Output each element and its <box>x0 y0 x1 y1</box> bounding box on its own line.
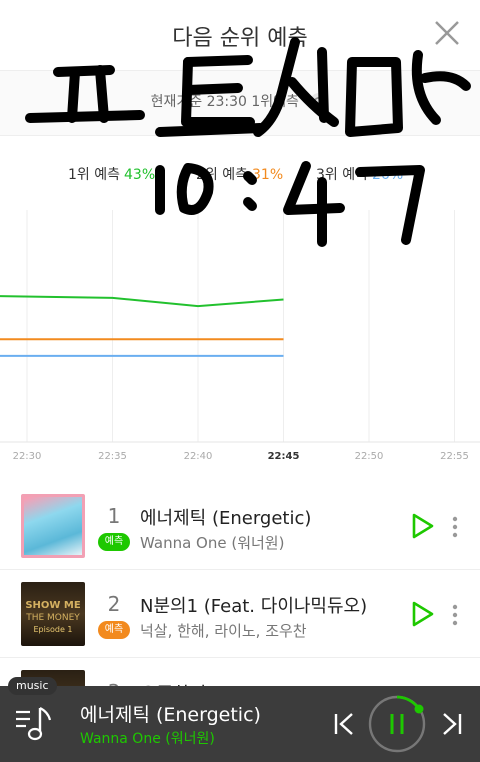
song-rank: 1 <box>107 504 121 528</box>
album-art: SHOW ME THE MONEY Episode 1 <box>21 582 85 646</box>
previous-icon[interactable] <box>332 711 356 737</box>
series-line-1 <box>0 295 284 308</box>
mini-player[interactable]: 에너제틱 (Energetic) Wanna One (워너원) <box>0 686 480 762</box>
album-art <box>21 494 85 558</box>
basis-text: 현재기준 23:30 1위예측 <box>0 91 480 112</box>
prediction-label: 3위 예측 <box>316 167 368 183</box>
song-artist: Wanna One (워너원) <box>140 534 285 552</box>
now-playing-title: 에너제틱 (Energetic) <box>80 704 261 726</box>
now-playing-artist: Wanna One (워너원) <box>80 731 215 747</box>
svg-text:SHOW ME: SHOW ME <box>25 600 81 611</box>
pause-button[interactable] <box>367 694 427 754</box>
playlist-icon[interactable] <box>14 704 54 744</box>
prediction-row: 1위 예측 43% 2위 예측 31% 3위 예측 26% <box>0 160 480 186</box>
x-tick-label: 22:40 <box>184 451 213 462</box>
song-title: 에너제틱 (Energetic) <box>140 508 312 529</box>
x-tick-label: 22:50 <box>355 451 384 462</box>
prediction-label: 1위 예측 <box>68 167 120 183</box>
prediction-percent: 31% <box>252 167 284 183</box>
prediction-badge: 예측 <box>98 621 130 639</box>
basis-bar: 현재기준 23:30 1위예측 <box>0 70 480 136</box>
list-item[interactable]: SHOW ME THE MONEY Episode 1 2 예측 N분의1 (Fea… <box>0 570 480 658</box>
x-tick-label: 22:45 <box>268 451 300 462</box>
x-tick-label: 22:35 <box>98 451 127 462</box>
next-icon[interactable] <box>440 711 464 737</box>
svg-text:THE MONEY: THE MONEY <box>25 613 80 623</box>
prediction-3: 3위 예측 26% <box>316 164 403 184</box>
page-title: 다음 순위 예측 <box>172 26 308 51</box>
x-tick-label: 22:30 <box>13 451 42 462</box>
basis-label: 현재기준 23:30 1위예측 <box>150 94 299 110</box>
refresh-icon[interactable] <box>309 92 329 112</box>
list-item[interactable]: 1 예측 에너제틱 (Energetic) Wanna One (워너원) <box>0 482 480 570</box>
prediction-1: 1위 예측 43% <box>68 164 155 184</box>
play-icon[interactable] <box>410 600 436 628</box>
more-icon[interactable] <box>446 514 464 540</box>
song-rank: 2 <box>107 592 121 616</box>
prediction-percent: 26% <box>372 167 404 183</box>
more-icon[interactable] <box>446 602 464 628</box>
prediction-2: 2위 예측 31% <box>196 164 283 184</box>
song-artist: 넉살, 한해, 라이노, 조우찬 <box>140 622 307 640</box>
close-icon[interactable] <box>432 18 462 48</box>
song-title: N분의1 (Feat. 다이나믹듀오) <box>140 596 368 617</box>
prediction-chart: 22:30 22:35 22:40 22:45 22:50 22:55 <box>0 210 480 462</box>
header: 다음 순위 예측 <box>0 0 480 70</box>
music-tag: music <box>8 677 57 695</box>
svg-text:Episode 1: Episode 1 <box>33 625 72 634</box>
x-tick-label: 22:55 <box>440 451 469 462</box>
prediction-label: 2위 예측 <box>196 167 248 183</box>
prediction-percent: 43% <box>124 167 156 183</box>
play-icon[interactable] <box>410 512 436 540</box>
prediction-badge: 예측 <box>98 533 130 551</box>
